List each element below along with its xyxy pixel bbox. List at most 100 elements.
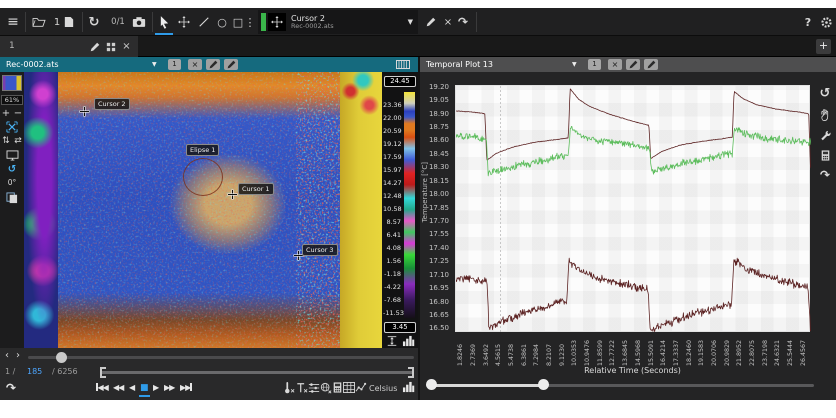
- image-thumbnail[interactable]: [2, 75, 22, 91]
- delete-measurement-icon[interactable]: ×: [442, 12, 454, 32]
- cursor1-label[interactable]: Cursor 1: [238, 183, 274, 195]
- more-tools-icon[interactable]: ⋮: [245, 12, 256, 32]
- redo-icon[interactable]: ↷: [456, 12, 470, 32]
- edit-plot-button[interactable]: [626, 59, 640, 70]
- display-icon[interactable]: [0, 150, 24, 161]
- data-table-icon[interactable]: [817, 147, 833, 163]
- fit-to-window-icon[interactable]: [0, 121, 24, 133]
- thermal-panel: Rec-0002.ats ▼ 1 × 61% + − ⇅ ⇄ ↺ 0° Curs…: [0, 57, 418, 400]
- cursor-tool-icon[interactable]: [156, 12, 172, 32]
- export-icon[interactable]: ↷: [4, 381, 18, 395]
- skip-start-button[interactable]: ◀◀: [96, 383, 109, 392]
- stop-button[interactable]: ■: [140, 383, 148, 393]
- close-plot-button[interactable]: ×: [608, 59, 622, 70]
- temporal-plot[interactable]: [455, 85, 811, 333]
- annotate-plot-button[interactable]: [644, 59, 658, 70]
- gear-icon[interactable]: [818, 12, 834, 32]
- move-tool-icon[interactable]: [176, 12, 192, 32]
- ellipse-tool-icon[interactable]: ○: [214, 12, 230, 32]
- step-back-button[interactable]: ◀: [129, 383, 135, 392]
- x-tick-label: 15.5091: [647, 339, 655, 366]
- range-start-handle[interactable]: [100, 367, 106, 378]
- elipse1-roi[interactable]: [183, 158, 223, 196]
- annotate-panel-button[interactable]: [224, 59, 238, 70]
- wrench-icon[interactable]: [817, 127, 833, 143]
- palette-icon[interactable]: [396, 60, 410, 71]
- rename-tab-icon[interactable]: [88, 40, 101, 53]
- histogram-icon[interactable]: [402, 381, 415, 393]
- refresh-icon[interactable]: ↻: [86, 12, 102, 32]
- scale-max-field[interactable]: 24.45: [384, 76, 416, 87]
- chevron-down-icon[interactable]: ▼: [572, 61, 577, 68]
- play-button[interactable]: ▶: [153, 383, 159, 392]
- camera-icon[interactable]: [130, 12, 148, 32]
- color-scale-tick: 6.41: [386, 231, 401, 239]
- color-scale-gradient[interactable]: [404, 92, 415, 318]
- edit-measurement-icon[interactable]: [424, 12, 438, 32]
- scale-min-field[interactable]: 3.45: [384, 322, 416, 333]
- flip-vertical-icon[interactable]: ⇅: [0, 136, 12, 146]
- elipse1-label[interactable]: Elipse 1: [186, 144, 220, 156]
- capture-counter: 0/1: [111, 17, 125, 27]
- zoom-level[interactable]: 61%: [1, 95, 23, 105]
- workspace-tab[interactable]: 1 ×: [0, 36, 138, 57]
- thermal-image[interactable]: Cursor 2 Elipse 1 Cursor 1 Cursor 3: [24, 72, 382, 348]
- chevron-down-icon[interactable]: ▼: [152, 61, 157, 68]
- flip-horizontal-icon[interactable]: ⇄: [12, 136, 24, 146]
- rotation-angle[interactable]: 0°: [0, 178, 24, 187]
- cursor2-crosshair[interactable]: [80, 107, 89, 116]
- plot-range-end-handle[interactable]: [538, 379, 549, 390]
- fast-forward-button[interactable]: ▶▶: [164, 383, 175, 392]
- close-panel-button[interactable]: ×: [188, 59, 202, 70]
- thermal-right-band: [340, 72, 382, 348]
- line-chart-icon[interactable]: [355, 382, 367, 393]
- close-tab-icon[interactable]: ×: [120, 40, 133, 53]
- reset-view-icon[interactable]: ↺: [817, 85, 833, 101]
- range-slider-track[interactable]: [100, 371, 414, 374]
- skip-end-button[interactable]: ▶▶: [180, 383, 192, 392]
- range-end-handle[interactable]: [408, 367, 414, 378]
- y-tick-label: 19.05: [428, 96, 449, 105]
- file-icon[interactable]: [62, 12, 76, 32]
- next-frame-button[interactable]: ›: [13, 350, 23, 361]
- add-tab-button[interactable]: +: [816, 39, 831, 54]
- open-file-icon[interactable]: [30, 12, 48, 32]
- histogram-scale-icon[interactable]: [401, 335, 416, 347]
- text-remove-icon[interactable]: [296, 382, 308, 394]
- calculator-icon[interactable]: [332, 382, 343, 393]
- edit-panel-button[interactable]: [206, 59, 220, 70]
- line-tool-icon[interactable]: [196, 12, 212, 32]
- x-tick-label: 6.3861: [520, 343, 528, 366]
- cursor3-label[interactable]: Cursor 3: [302, 244, 338, 256]
- x-tick-label: 17.3337: [672, 339, 680, 366]
- cursor2-label[interactable]: Cursor 2: [94, 98, 130, 110]
- filter-settings-icon[interactable]: [308, 382, 320, 394]
- zoom-out-button[interactable]: −: [12, 108, 24, 119]
- pan-hand-icon[interactable]: [817, 107, 833, 123]
- y-tick-label: 18.15: [428, 176, 449, 185]
- selected-measurement-source: Rec-0002.ats: [291, 21, 334, 30]
- prev-frame-button[interactable]: ‹: [2, 350, 12, 361]
- cursor1-crosshair[interactable]: [228, 190, 237, 199]
- chevron-down-icon[interactable]: ▼: [408, 18, 413, 26]
- zoom-in-button[interactable]: +: [0, 108, 12, 119]
- layout-grid-icon[interactable]: [104, 40, 117, 53]
- rewind-button[interactable]: ◀◀: [113, 383, 124, 392]
- menu-icon[interactable]: ≡: [4, 12, 22, 32]
- frame-slider-handle[interactable]: [56, 352, 67, 363]
- rect-tool-icon[interactable]: □: [231, 12, 245, 32]
- table-icon[interactable]: [343, 382, 355, 393]
- export-plot-icon[interactable]: ↷: [817, 167, 833, 183]
- units-label[interactable]: Celsius: [369, 384, 397, 393]
- plot-canvas[interactable]: [456, 86, 811, 333]
- thermometer-remove-icon[interactable]: [283, 382, 295, 394]
- plot-range-start-handle[interactable]: [426, 379, 437, 390]
- rotate-reset-icon[interactable]: ↺: [0, 164, 24, 175]
- measurement-selector[interactable]: Cursor 2 Rec-0002.ats ▼: [258, 10, 418, 34]
- auto-scale-icon[interactable]: [384, 335, 399, 347]
- help-button[interactable]: ?: [802, 12, 814, 32]
- pages-icon[interactable]: [0, 192, 24, 204]
- frame-slider-track[interactable]: [28, 356, 414, 359]
- globe-remove-icon[interactable]: [320, 382, 332, 394]
- frame-current-field[interactable]: 185: [27, 367, 42, 376]
